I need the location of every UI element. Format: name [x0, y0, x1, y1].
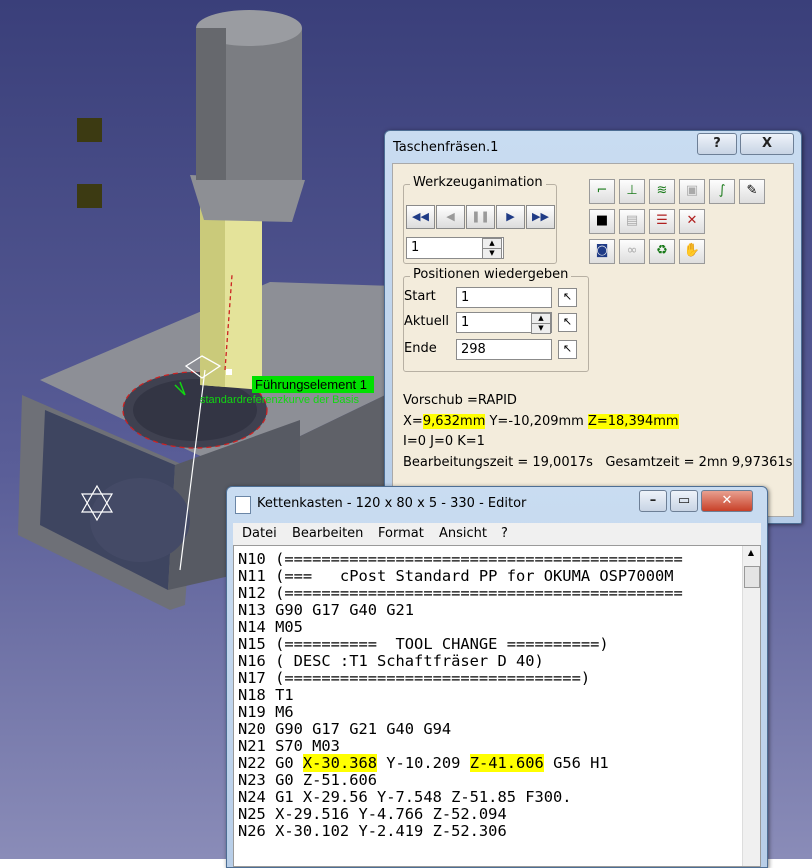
video-camera-icon[interactable]: ■: [589, 209, 615, 234]
compass-marker: [77, 118, 102, 142]
position-readout: X=9,632mm Y=-10,209mm Z=18,394mm: [403, 414, 679, 429]
close-button[interactable]: X: [740, 133, 794, 155]
code-segment: N22 G0: [238, 754, 303, 772]
spin-down-icon[interactable]: ▼: [531, 323, 551, 334]
annotation-circle-label: standardreferenzkurve der Basis: [200, 394, 359, 406]
surface-display-icon[interactable]: ≋: [649, 179, 675, 204]
step-back-button[interactable]: ◀: [436, 205, 465, 229]
menu-bar: Datei Bearbeiten Format Ansicht ?: [233, 523, 761, 545]
code-line: N13 G90 G17 G40 G21: [238, 601, 415, 619]
code-line: N21 S70 M03: [238, 737, 340, 755]
z-value: Z=18,394mm: [587, 414, 679, 429]
code-line: N20 G90 G17 G21 G40 G94: [238, 720, 452, 738]
cube-icon[interactable]: ▣: [679, 179, 705, 204]
tool-icon[interactable]: ∫: [709, 179, 735, 204]
menu-datei[interactable]: Datei: [242, 526, 277, 541]
list-icon[interactable]: ☰: [649, 209, 675, 234]
notepad-window: Kettenkasten - 120 x 80 x 5 - 330 - Edit…: [226, 486, 768, 868]
cross-hatch-icon[interactable]: ✕: [679, 209, 705, 234]
start-pick-icon[interactable]: ↖: [558, 288, 577, 307]
text-editor[interactable]: N10 (===================================…: [233, 545, 761, 867]
pause-button[interactable]: ❚❚: [466, 205, 495, 229]
menu-ansicht[interactable]: Ansicht: [439, 526, 487, 541]
pocket-milling-dialog: Taschenfräsen.1 ? X Werkzeuganimation ◀◀…: [384, 130, 802, 524]
code-line: N19 M6: [238, 703, 294, 721]
code-line: N26 X-30.102 Y-2.419 Z-52.306: [238, 822, 507, 840]
point-display-icon[interactable]: ⊥: [619, 179, 645, 204]
dialog-body: Werkzeuganimation ◀◀ ◀ ❚❚ ▶ ▶▶ 1 ▲ ▼ ⌐ ⊥…: [392, 163, 794, 517]
scroll-thumb[interactable]: [744, 566, 760, 588]
compass-marker: [77, 184, 102, 208]
vertical-scrollbar[interactable]: ▲: [742, 546, 760, 866]
code-line: N12 (===================================…: [238, 584, 683, 602]
code-line: N14 M05: [238, 618, 303, 636]
tool-animation-legend: Werkzeuganimation: [410, 175, 546, 190]
camera-icon[interactable]: ◙: [589, 239, 615, 264]
code-line: N23 G0 Z-51.606: [238, 771, 377, 789]
recycle-icon[interactable]: ♻: [649, 239, 675, 264]
hand-icon[interactable]: ✋: [679, 239, 705, 264]
code-line: N25 X-29.516 Y-4.766 Z-52.094: [238, 805, 507, 823]
rewind-button[interactable]: ◀◀: [406, 205, 435, 229]
fast-forward-button[interactable]: ▶▶: [526, 205, 555, 229]
machining-time: Bearbeitungszeit = 19,0017s: [403, 455, 593, 470]
code-line: N17 (================================): [238, 669, 591, 687]
start-input[interactable]: 1: [456, 287, 552, 308]
code-segment: Y-10.209: [377, 754, 470, 772]
end-label: Ende: [404, 341, 437, 356]
code-segment: G56 H1: [543, 754, 609, 772]
code-line: N18 T1: [238, 686, 294, 704]
menu-help[interactable]: ?: [501, 526, 508, 541]
spin-down-icon[interactable]: ▼: [482, 248, 502, 259]
end-pick-icon[interactable]: ↖: [558, 340, 577, 359]
total-time: Gesamtzeit = 2mn 9,97361s: [605, 455, 793, 470]
code-line: N16 ( DESC :T1 Schaftfräser D 40): [238, 652, 544, 670]
maximize-button[interactable]: ▭: [670, 490, 698, 512]
dialog-title: Taschenfräsen.1: [393, 140, 499, 155]
x-value: 9,632mm: [422, 414, 486, 429]
tool-animation-group: Werkzeuganimation ◀◀ ◀ ❚❚ ▶ ▶▶ 1 ▲ ▼: [403, 175, 557, 264]
minimize-button[interactable]: –: [639, 490, 667, 512]
menu-bearbeiten[interactable]: Bearbeiten: [292, 526, 363, 541]
side-hole: [90, 478, 190, 562]
help-button[interactable]: ?: [697, 133, 737, 155]
x-label: X=: [403, 414, 423, 429]
code-highlight-x: X-30.368: [302, 754, 378, 772]
save-icon[interactable]: ▤: [619, 209, 645, 234]
code-line: N15 (========== TOOL CHANGE ==========): [238, 635, 609, 653]
menu-format[interactable]: Format: [378, 526, 424, 541]
code-line: N24 G1 X-29.56 Y-7.548 Z-51.85 F300.: [238, 788, 572, 806]
positions-group: Positionen wiedergeben Start 1 ↖ Aktuell…: [403, 267, 589, 372]
code-line: N10 (===================================…: [238, 550, 683, 568]
y-value: Y=-10,209mm: [485, 414, 588, 429]
feed-text: Vorschub =RAPID: [403, 393, 517, 408]
positions-legend: Positionen wiedergeben: [410, 267, 572, 282]
current-pick-icon[interactable]: ↖: [558, 313, 577, 332]
ijk-text: I=0 J=0 K=1: [403, 434, 485, 449]
code-line: N11 (=== cPost Standard PP for OKUMA OSP…: [238, 567, 674, 585]
scroll-up-icon[interactable]: ▲: [744, 548, 758, 560]
notepad-icon: [235, 496, 251, 514]
time-readout: Bearbeitungszeit = 19,0017s Gesamtzeit =…: [403, 455, 792, 470]
code-highlight-z: Z-41.606: [469, 754, 544, 772]
code-line-highlighted: N22 G0 X-30.368 Y-10.209 Z-41.606 G56 H1: [238, 754, 609, 772]
end-input[interactable]: 298: [456, 339, 552, 360]
tool-holder-cone: [190, 175, 305, 222]
eraser-icon[interactable]: ✎: [739, 179, 765, 204]
tool-path-display-icon[interactable]: ⌐: [589, 179, 615, 204]
current-label: Aktuell: [404, 314, 449, 329]
close-window-button[interactable]: ✕: [701, 490, 753, 512]
annotation-label: Führungselement 1: [255, 377, 367, 392]
start-label: Start: [404, 289, 436, 304]
link-icon[interactable]: ∞: [619, 239, 645, 264]
step-forward-button[interactable]: ▶: [496, 205, 525, 229]
notepad-title: Kettenkasten - 120 x 80 x 5 - 330 - Edit…: [257, 496, 527, 511]
